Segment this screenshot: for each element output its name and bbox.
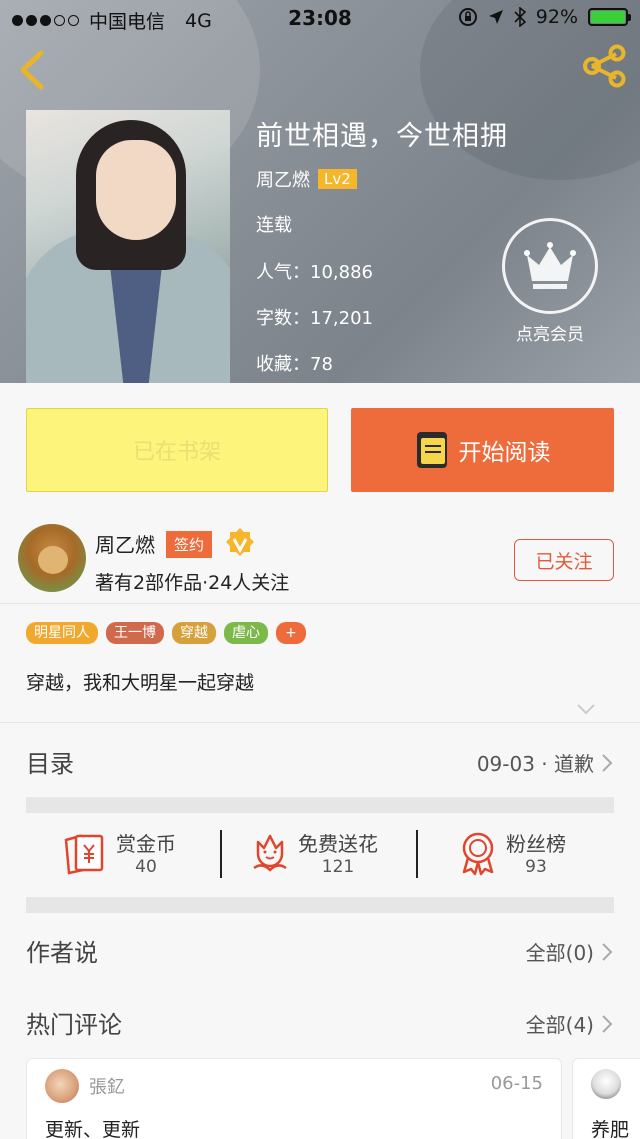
- start-reading-button[interactable]: 开始阅读: [351, 408, 614, 492]
- divider: [0, 722, 640, 723]
- comment-date: 06-15: [490, 1073, 543, 1094]
- reward-value: 40: [135, 857, 157, 877]
- chevron-left-icon: [20, 50, 44, 90]
- crown-icon: [524, 242, 576, 289]
- share-button[interactable]: [580, 44, 628, 92]
- hot-comments-title[interactable]: 热门评论: [26, 1005, 122, 1040]
- back-button[interactable]: [14, 48, 48, 96]
- word-count-row: 字数：17,201: [256, 308, 373, 329]
- vip-button[interactable]: [502, 218, 598, 314]
- status-bar: 中国电信 4G 23:08 92%: [0, 0, 640, 36]
- favorites-value: 78: [310, 354, 333, 375]
- start-reading-label: 开始阅读: [458, 440, 551, 466]
- section-separator: [26, 797, 614, 813]
- chevron-right-icon: [602, 1014, 613, 1033]
- free-flowers[interactable]: 免费送花 121: [250, 828, 378, 877]
- red-envelope-icon: [64, 833, 104, 875]
- ranking-value: 93: [525, 857, 547, 877]
- catalog-latest[interactable]: 09-03 · 道歉: [477, 748, 614, 777]
- battery-percent: 92%: [535, 6, 578, 28]
- battery-icon: [588, 8, 631, 26]
- location-icon: [488, 10, 503, 24]
- ranking-label: 粉丝榜: [506, 832, 566, 856]
- commenter-avatar[interactable]: [45, 1069, 79, 1103]
- level-badge: Lv2: [318, 169, 357, 189]
- author-says-title[interactable]: 作者说: [26, 933, 98, 968]
- book-author-row: 周乙燃 Lv2: [256, 166, 357, 192]
- book-cover[interactable]: [26, 110, 230, 383]
- chevron-right-icon: [602, 753, 613, 772]
- comment-card[interactable]: 張釔 06-15 更新、更新: [26, 1058, 562, 1139]
- divider: [220, 830, 222, 878]
- reward-coins[interactable]: 赏金币 40: [62, 828, 176, 877]
- divider: [416, 830, 418, 878]
- author-says-all[interactable]: 全部(0): [526, 937, 614, 966]
- signed-badge: 签约: [166, 531, 213, 558]
- add-tag-button[interactable]: +: [276, 622, 306, 644]
- book-intro: 穿越，我和大明星一起穿越: [26, 672, 255, 694]
- book-status: 连载: [256, 215, 292, 236]
- flowers-value: 121: [321, 857, 355, 877]
- tag-item[interactable]: 王一博: [106, 622, 164, 644]
- commenter-name[interactable]: 張釔: [89, 1073, 125, 1099]
- hot-comments-all[interactable]: 全部(4): [526, 1009, 614, 1038]
- favorites-row: 收藏：78: [256, 354, 333, 375]
- follow-button[interactable]: 已关注: [514, 539, 614, 581]
- commenter-avatar[interactable]: [591, 1069, 621, 1099]
- vip-label: 点亮会员: [516, 325, 584, 345]
- comment-card[interactable]: 养肥: [572, 1058, 640, 1139]
- comment-text: 更新、更新: [45, 1119, 141, 1139]
- tag-item[interactable]: 明星同人: [26, 622, 98, 644]
- catalog-title[interactable]: 目录: [26, 744, 74, 779]
- book-icon: [416, 432, 447, 468]
- flower-icon: [253, 834, 287, 872]
- tag-item[interactable]: 穿越: [172, 622, 216, 644]
- expand-intro-button[interactable]: [576, 700, 596, 719]
- latest-chapter: 09-03 · 道歉: [476, 752, 594, 776]
- tag-item[interactable]: 虐心: [224, 622, 268, 644]
- book-author[interactable]: 周乙燃: [256, 170, 310, 191]
- book-info: 前世相遇，今世相拥 周乙燃 Lv2 连载 人气：10,886 字数：17,201 …: [256, 110, 508, 375]
- author-name[interactable]: 周乙燃: [95, 529, 155, 558]
- medal-icon: [462, 832, 494, 875]
- fan-ranking[interactable]: 粉丝榜 93: [458, 828, 566, 877]
- in-shelf-button[interactable]: 已在书架: [26, 408, 328, 492]
- tag-list: 明星同人 王一博 穿越 虐心 +: [26, 622, 306, 644]
- comment-text: 养肥: [591, 1119, 630, 1139]
- flowers-label: 免费送花: [298, 832, 378, 856]
- lock-rotation-icon: [458, 8, 477, 26]
- reward-label: 赏金币: [116, 832, 176, 856]
- divider: [0, 603, 640, 604]
- status-right: 92%: [458, 6, 631, 28]
- popularity-value: 10,886: [310, 262, 373, 283]
- share-icon: [583, 44, 626, 88]
- verified-icon: [222, 526, 258, 566]
- section-separator: [26, 897, 614, 913]
- chevron-down-icon: [577, 704, 595, 715]
- popularity-row: 人气：10,886: [256, 262, 373, 283]
- author-stats: 著有2部作品·24人关注: [95, 572, 290, 594]
- chevron-right-icon: [602, 942, 613, 961]
- bluetooth-icon: [514, 7, 526, 27]
- book-title: 前世相遇，今世相拥: [256, 121, 508, 152]
- word-count-value: 17,201: [310, 308, 373, 329]
- author-avatar[interactable]: [18, 524, 86, 592]
